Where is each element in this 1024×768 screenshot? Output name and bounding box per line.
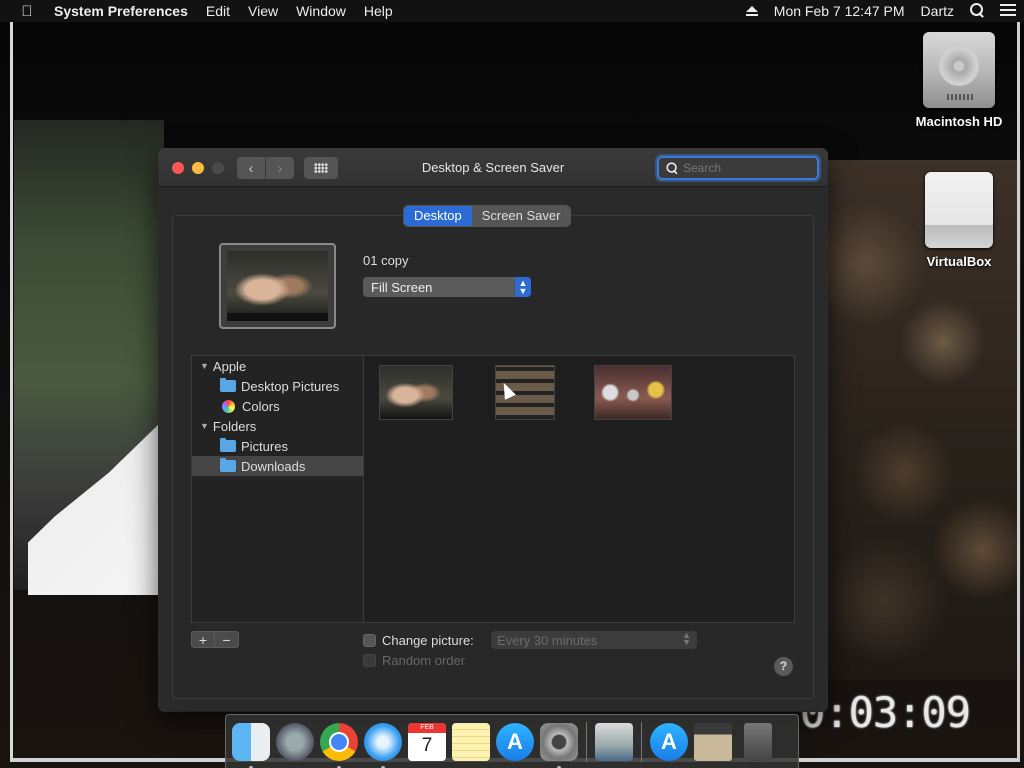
add-remove-buttons: + − <box>191 631 239 648</box>
picture-grid <box>364 356 794 622</box>
desktop-icon-label: Macintosh HD <box>915 114 1003 129</box>
up-down-arrows-icon: ▲ ▼ <box>515 277 531 297</box>
app-store-icon[interactable]: A <box>496 722 534 761</box>
search-icon <box>666 162 677 173</box>
calendar-icon[interactable]: FEB 7 <box>408 722 446 761</box>
source-item-label: Pictures <box>241 438 288 454</box>
calendar-day: 7 <box>421 734 433 756</box>
picture-browser: ▼ Apple Desktop Pictures Colors ▼ Folder… <box>191 355 795 623</box>
source-item-colors[interactable]: Colors <box>192 396 363 416</box>
colors-icon <box>222 399 235 413</box>
change-interval-select: Every 30 minutes ▲ ▼ <box>491 631 697 649</box>
notes-icon[interactable] <box>452 722 490 761</box>
downloads-stack-icon[interactable] <box>694 722 732 761</box>
source-item-label: Downloads <box>241 458 306 474</box>
preview-image <box>227 251 328 321</box>
fit-option-value: Fill Screen <box>371 279 433 295</box>
desktop-screensaver-window: ‹ › Desktop & Screen Saver Desktop Scree… <box>159 149 827 711</box>
title-bar[interactable]: ‹ › Desktop & Screen Saver <box>159 149 827 187</box>
apple-logo-icon[interactable]:  <box>0 3 54 20</box>
desktop-icon-label: VirtualBox <box>926 254 992 269</box>
current-picture-name: 01 copy <box>363 253 409 268</box>
tab-control: Desktop Screen Saver <box>404 206 571 226</box>
source-group-folders[interactable]: ▼ Folders <box>192 416 363 436</box>
menu-edit[interactable]: Edit <box>197 3 239 19</box>
source-item-pictures[interactable]: Pictures <box>192 436 363 456</box>
random-order-label: Random order <box>382 653 466 668</box>
external-drive-icon <box>925 172 993 248</box>
random-order-row: Random order <box>363 653 465 668</box>
system-preferences-icon[interactable] <box>540 722 578 768</box>
search-input[interactable] <box>683 161 813 175</box>
source-item-downloads[interactable]: Downloads <box>192 456 363 476</box>
folder-icon <box>220 378 236 392</box>
folder-icon <box>220 438 236 452</box>
menu-view[interactable]: View <box>239 3 287 19</box>
up-down-arrows-icon: ▲ ▼ <box>682 630 691 647</box>
source-item-label: Desktop Pictures <box>241 378 340 394</box>
picture-thumbnail[interactable] <box>379 365 453 420</box>
picture-thumbnail[interactable] <box>594 365 672 420</box>
add-folder-button[interactable]: + <box>191 631 215 648</box>
menu-bar:  System Preferences Edit View Window He… <box>0 0 1024 22</box>
random-order-checkbox <box>363 654 376 667</box>
change-picture-label: Change picture: <box>382 633 474 648</box>
change-picture-row: Change picture: <box>363 633 474 648</box>
menu-user[interactable]: Dartz <box>913 3 962 19</box>
app-store-folder-icon[interactable]: A <box>650 722 688 761</box>
source-list: ▼ Apple Desktop Pictures Colors ▼ Folder… <box>192 356 364 622</box>
search-field[interactable] <box>657 156 819 180</box>
dock-separator <box>641 721 642 762</box>
launchpad-icon[interactable] <box>276 722 314 761</box>
tab-desktop[interactable]: Desktop <box>404 206 472 226</box>
trash-icon[interactable] <box>744 722 772 761</box>
calendar-month: FEB <box>408 722 446 733</box>
menu-clock[interactable]: Mon Feb 7 12:47 PM <box>766 3 913 19</box>
desktop-icon-virtualbox[interactable]: VirtualBox <box>904 172 1014 269</box>
change-interval-value: Every 30 minutes <box>497 632 598 648</box>
spotlight-icon[interactable] <box>962 2 992 20</box>
tab-screen-saver[interactable]: Screen Saver <box>471 206 571 226</box>
notification-center-icon[interactable] <box>992 3 1024 19</box>
help-button[interactable]: ? <box>774 657 793 676</box>
eject-icon[interactable] <box>738 3 766 19</box>
menu-help[interactable]: Help <box>355 3 402 19</box>
menu-app-name[interactable]: System Preferences <box>54 3 197 19</box>
source-item-desktop-pictures[interactable]: Desktop Pictures <box>192 376 363 396</box>
source-group-label: Apple <box>212 358 247 374</box>
safari-icon[interactable] <box>364 722 402 768</box>
desktop-icon-macintosh-hd[interactable]: Macintosh HD <box>904 32 1014 129</box>
source-group-label: Folders <box>212 418 257 434</box>
fit-option-select[interactable]: Fill Screen ▲ ▼ <box>363 277 531 297</box>
dock-separator <box>586 721 587 762</box>
chrome-icon[interactable] <box>320 722 358 768</box>
finder-icon[interactable] <box>232 722 270 768</box>
preview-icon[interactable] <box>595 722 633 761</box>
source-group-apple[interactable]: ▼ Apple <box>192 356 363 376</box>
hard-drive-icon <box>923 32 995 108</box>
dock: FEB 7 A A <box>225 714 799 768</box>
menu-window[interactable]: Window <box>287 3 355 19</box>
remove-folder-button[interactable]: − <box>215 631 239 648</box>
change-picture-checkbox[interactable] <box>363 634 376 647</box>
source-item-label: Colors <box>242 398 280 414</box>
folder-icon <box>220 458 236 472</box>
current-picture-preview <box>219 243 336 329</box>
disclosure-triangle-icon[interactable]: ▼ <box>200 421 209 431</box>
disclosure-triangle-icon[interactable]: ▼ <box>200 361 209 371</box>
